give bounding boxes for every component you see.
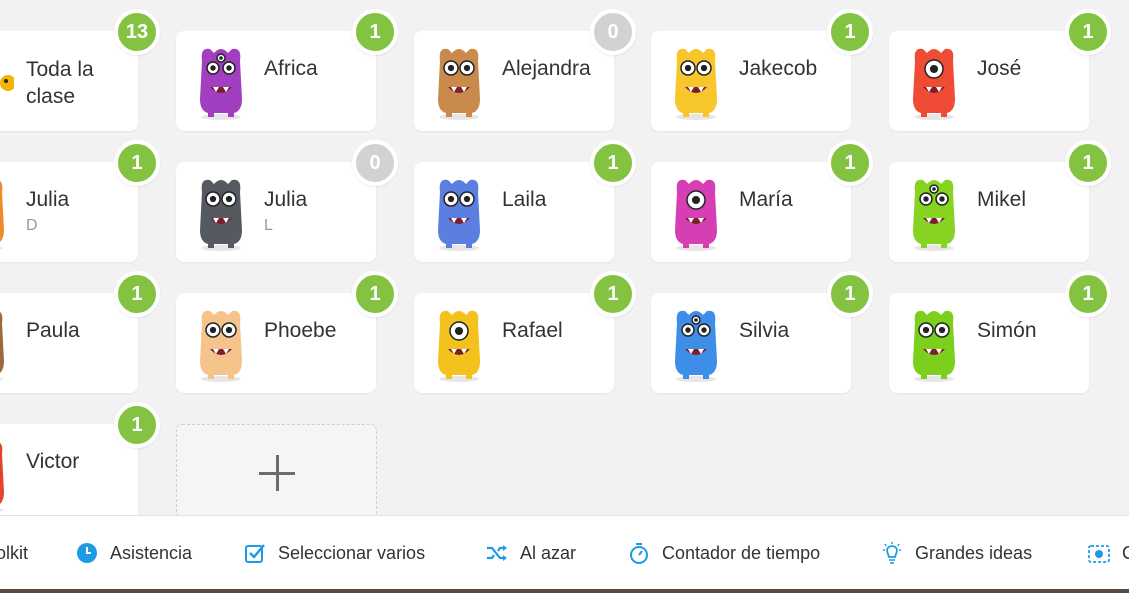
green-monster-avatar <box>903 172 965 252</box>
plus-icon <box>259 455 295 491</box>
points-badge: 1 <box>827 9 873 55</box>
points-badge: 1 <box>827 271 873 317</box>
one-eyed-monster-avatar <box>428 303 490 383</box>
clock-icon <box>76 542 98 564</box>
points-badge: 1 <box>352 271 398 317</box>
student-name: José <box>977 57 1022 80</box>
shuffle-icon <box>486 542 508 564</box>
points-badge: 13 <box>114 9 160 55</box>
stopwatch-icon <box>628 542 650 564</box>
student-card[interactable]: Rafael 1 <box>414 271 636 393</box>
points-badge: 1 <box>1065 271 1111 317</box>
student-name: Laila <box>502 188 547 211</box>
student-card[interactable]: Phoebe 1 <box>176 271 398 393</box>
student-grid: Toda la clase 13 Africa 1 Alejandra 0 Jakec… <box>0 0 1129 515</box>
student-name: Mikel <box>977 188 1027 211</box>
student-name: María <box>739 188 793 211</box>
orange-monster-avatar <box>0 172 14 252</box>
student-name: Rafael <box>502 319 563 342</box>
toolbar-toolkit-button[interactable]: olkit <box>0 540 28 566</box>
toolbar-label: olkit <box>0 542 29 563</box>
toolbar-label: Contador de tiempo <box>662 542 821 563</box>
student-card[interactable]: Julia D 1 <box>0 140 160 262</box>
toolbar-clock-button[interactable]: Asistencia <box>76 540 192 566</box>
purple-monster-avatar <box>190 41 252 121</box>
student-card[interactable]: Silvia 1 <box>651 271 873 393</box>
whole-class-card[interactable]: Toda la clase 13 <box>0 9 160 131</box>
points-badge: 1 <box>590 271 636 317</box>
gray-monster-avatar <box>190 172 252 252</box>
student-card[interactable]: Alejandra 0 <box>414 9 636 131</box>
student-name: Africa <box>264 57 318 80</box>
toolbar-label: Seleccionar varios <box>278 542 426 563</box>
red-orange-monster-avatar <box>0 434 14 514</box>
student-name: Victor <box>26 450 80 473</box>
toolbar-shuffle-button[interactable]: Al azar <box>486 540 576 566</box>
toolbar-camera-button[interactable]: C <box>1088 540 1129 566</box>
student-card[interactable]: Jakecob 1 <box>651 9 873 131</box>
camera-icon <box>1088 542 1110 564</box>
hamster-monster-avatar <box>428 41 490 121</box>
toolbar-label: Grandes ideas <box>915 542 1033 563</box>
pink-monster-avatar <box>665 172 727 252</box>
student-card[interactable]: Mikel 1 <box>889 140 1111 262</box>
student-card[interactable]: Africa 1 <box>176 9 398 131</box>
brown-monster-avatar <box>0 303 14 383</box>
toolbar-checkbox-button[interactable]: Seleccionar varios <box>244 540 425 566</box>
toolbar-label: C <box>1122 542 1129 563</box>
points-badge: 1 <box>114 271 160 317</box>
points-badge: 1 <box>114 140 160 186</box>
points-badge: 1 <box>352 9 398 55</box>
student-card[interactable]: José 1 <box>889 9 1111 131</box>
student-name: Simón <box>977 319 1037 342</box>
toolbar-lightbulb-button[interactable]: Grandes ideas <box>881 540 1032 566</box>
student-name: Alejandra <box>502 57 591 80</box>
points-badge: 0 <box>590 9 636 55</box>
student-card[interactable]: Julia L 0 <box>176 140 398 262</box>
points-badge: 1 <box>827 140 873 186</box>
student-card[interactable]: Simón 1 <box>889 271 1111 393</box>
blue-monster-avatar <box>428 172 490 252</box>
student-name: Toda la clase <box>26 58 94 108</box>
beige-monster-avatar <box>190 303 252 383</box>
student-card[interactable]: María 1 <box>651 140 873 262</box>
lime-monster-avatar <box>903 303 965 383</box>
window-bottom-edge <box>0 589 1129 593</box>
student-name: Paula <box>26 319 80 342</box>
points-badge: 1 <box>114 402 160 448</box>
student-name: Silvia <box>739 319 790 342</box>
student-card[interactable]: Victor 1 <box>0 402 160 515</box>
student-last-initial: L <box>264 217 273 234</box>
points-badge: 1 <box>590 140 636 186</box>
points-badge: 0 <box>352 140 398 186</box>
red-monster-avatar <box>903 41 965 121</box>
add-student-button[interactable] <box>176 424 377 515</box>
blue-bird-monster-avatar <box>665 303 727 383</box>
toolbar-stopwatch-button[interactable]: Contador de tiempo <box>628 540 820 566</box>
lightbulb-icon <box>881 542 903 564</box>
toolbar-label: Al azar <box>520 542 577 563</box>
student-name: Julia <box>26 188 70 211</box>
whole-class-icon <box>0 41 14 121</box>
student-name: Phoebe <box>264 319 337 342</box>
student-name: Jakecob <box>739 57 818 80</box>
student-name: Julia <box>264 188 308 211</box>
student-last-initial: D <box>26 217 38 234</box>
toolbar-label: Asistencia <box>110 542 193 563</box>
checkbox-icon <box>244 542 266 564</box>
student-card[interactable]: Paula 1 <box>0 271 160 393</box>
student-card[interactable]: Laila 1 <box>414 140 636 262</box>
points-badge: 1 <box>1065 140 1111 186</box>
yellow-monster-avatar <box>665 41 727 121</box>
bottom-toolbar: olkit Asistencia Seleccionar varios Al azar… <box>0 515 1129 590</box>
points-badge: 1 <box>1065 9 1111 55</box>
